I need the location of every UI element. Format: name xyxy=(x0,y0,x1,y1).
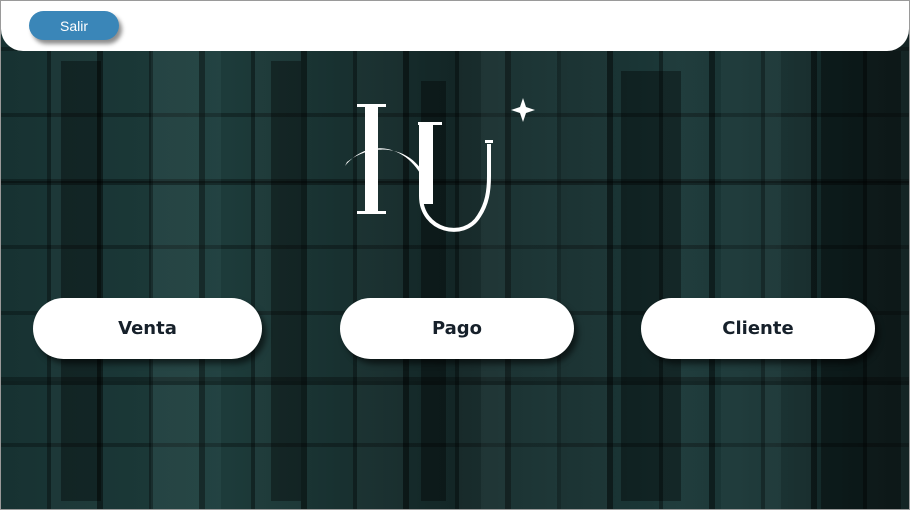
sparkle-icon xyxy=(511,98,535,122)
exit-button[interactable]: Salir xyxy=(29,11,119,40)
venta-button-label: Venta xyxy=(118,318,177,339)
cliente-button[interactable]: Cliente xyxy=(641,298,875,359)
exit-button-label: Salir xyxy=(59,17,88,34)
cliente-button-label: Cliente xyxy=(722,318,794,339)
brand-logo xyxy=(339,96,539,241)
logo-graphic xyxy=(345,98,535,232)
pago-button[interactable]: Pago xyxy=(340,298,574,359)
background-image xyxy=(1,1,909,509)
venta-button[interactable]: Venta xyxy=(33,298,262,359)
top-bar: Salir xyxy=(1,1,909,51)
pago-button-label: Pago xyxy=(431,318,483,339)
app-window: Salir Venta Pago Cliente xyxy=(0,0,910,510)
